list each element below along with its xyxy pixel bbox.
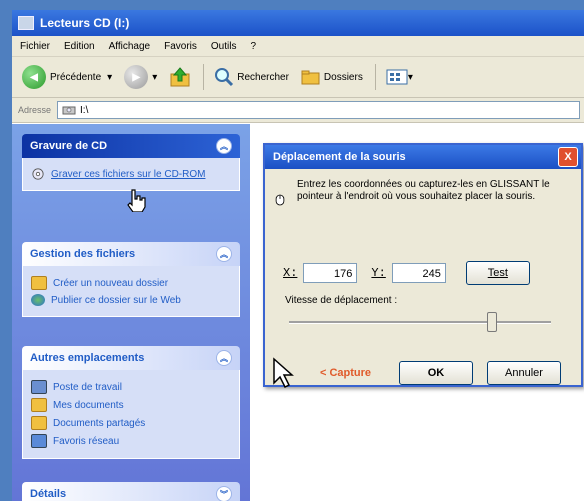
panel-title: Autres emplacements [30, 352, 145, 364]
folders-label: Dossiers [323, 71, 363, 83]
capture-button[interactable]: < Capture [320, 367, 371, 379]
dialog-info: Entrez les coordonnées ou capturez-les e… [275, 179, 571, 211]
slider-thumb[interactable] [487, 312, 498, 332]
back-arrow-icon: ◀ [22, 65, 46, 89]
task-new-folder[interactable]: Créer un nouveau dossier [31, 276, 231, 290]
task-publish-web[interactable]: Publier ce dossier sur le Web [31, 294, 231, 306]
window-title: Lecteurs CD (I:) [40, 16, 130, 30]
speed-label: Vitesse de déplacement : [285, 295, 398, 306]
cd-drive-icon [62, 106, 76, 115]
panel-header[interactable]: Détails ︾ [22, 482, 240, 501]
back-button[interactable]: ◀ Précédente ▾ [22, 65, 112, 89]
place-label: Favoris réseau [53, 435, 120, 447]
address-bar: Adresse I:\ [12, 98, 584, 123]
new-folder-icon [31, 276, 47, 290]
up-button[interactable] [169, 66, 191, 88]
panel-title: Gravure de CD [30, 140, 108, 152]
address-input[interactable]: I:\ [57, 101, 580, 119]
folders-icon [301, 70, 320, 85]
y-input[interactable]: 245 [391, 263, 446, 283]
documents-folder-icon [31, 398, 47, 412]
forward-button[interactable]: ▶ ▾ [124, 65, 157, 89]
test-button[interactable]: Test [465, 261, 530, 285]
menu-affichage[interactable]: Affichage [109, 41, 151, 52]
place-label: Documents partagés [53, 417, 146, 429]
title-bar: Lecteurs CD (I:) [12, 10, 584, 36]
collapse-icon[interactable]: ︽ [216, 350, 232, 366]
speed-slider[interactable] [289, 312, 551, 332]
panel-gravure: Gravure de CD ︽ Graver ces fichiers sur … [22, 134, 240, 191]
dialog-title-bar: Déplacement de la souris X [265, 145, 581, 169]
globe-icon [31, 294, 45, 306]
address-label: Adresse [18, 105, 52, 115]
forward-arrow-icon: ▶ [124, 65, 149, 89]
task-label: Créer un nouveau dossier [53, 277, 169, 289]
folders-button[interactable]: Dossiers [301, 68, 363, 86]
back-dropdown-icon[interactable]: ▾ [107, 72, 112, 83]
mouse-icon [275, 194, 285, 206]
task-label: Graver ces fichiers sur le CD-ROM [51, 168, 206, 180]
toolbar-separator [203, 64, 205, 90]
toolbar: ◀ Précédente ▾ ▶ ▾ Rechercher Dossiers ▾ [12, 57, 584, 98]
collapse-icon[interactable]: ︽ [216, 138, 232, 154]
menu-help[interactable]: ? [250, 41, 256, 52]
address-value: I:\ [80, 104, 89, 116]
place-label: Mes documents [53, 399, 124, 411]
mouse-move-dialog: Déplacement de la souris X Entrez les co… [263, 143, 583, 387]
coordinates-row: X: 176 Y: 245 Test [283, 261, 530, 285]
menu-favoris[interactable]: Favoris [164, 41, 197, 52]
menu-outils[interactable]: Outils [211, 41, 237, 52]
dialog-instructions: Entrez les coordonnées ou capturez-les e… [296, 179, 550, 202]
ok-button[interactable]: OK [399, 361, 473, 385]
burn-cd-icon [32, 168, 44, 180]
panel-header[interactable]: Gestion des fichiers ︽ [22, 242, 240, 266]
views-icon [386, 69, 408, 85]
panel-body: Graver ces fichiers sur le CD-ROM [22, 158, 240, 191]
place-favoris-reseau[interactable]: Favoris réseau [31, 434, 231, 448]
mouse-pointer-icon [273, 357, 294, 389]
shared-folder-icon [31, 416, 47, 430]
place-documents-partages[interactable]: Documents partagés [31, 416, 231, 430]
panel-body: Créer un nouveau dossier Publier ce doss… [22, 266, 240, 317]
close-icon[interactable]: X [558, 147, 578, 167]
collapse-icon[interactable]: ︽ [216, 246, 232, 262]
menu-fichier[interactable]: Fichier [20, 41, 50, 52]
tasks-pane: Gravure de CD ︽ Graver ces fichiers sur … [12, 124, 250, 501]
task-label: Publier ce dossier sur le Web [51, 294, 181, 306]
menu-bar: Fichier Edition Affichage Favoris Outils… [12, 36, 584, 57]
y-label: Y: [371, 266, 386, 280]
search-button[interactable]: Rechercher [214, 67, 289, 87]
dialog-title: Déplacement de la souris [273, 151, 406, 163]
network-icon [31, 434, 47, 448]
panel-header[interactable]: Autres emplacements ︽ [22, 346, 240, 370]
folder-up-icon [170, 67, 190, 87]
x-label: X: [283, 266, 298, 280]
panel-gestion: Gestion des fichiers ︽ Créer un nouveau … [22, 242, 240, 317]
views-dropdown-icon[interactable]: ▾ [408, 72, 413, 83]
cd-drive-icon [18, 16, 34, 30]
x-input[interactable]: 176 [303, 263, 358, 283]
forward-dropdown-icon[interactable]: ▾ [152, 72, 157, 83]
search-label: Rechercher [237, 71, 289, 83]
task-burn-cd[interactable]: Graver ces fichiers sur le CD-ROM [31, 168, 231, 180]
computer-icon [31, 380, 47, 394]
panel-details: Détails ︾ [22, 482, 240, 501]
place-mes-documents[interactable]: Mes documents [31, 398, 231, 412]
search-icon [215, 68, 234, 87]
toolbar-separator [374, 64, 376, 90]
hand-pointer-icon [127, 189, 146, 212]
expand-icon[interactable]: ︾ [216, 486, 232, 501]
panel-title: Détails [30, 488, 67, 500]
views-button[interactable]: ▾ [386, 68, 413, 86]
back-label: Précédente [50, 71, 102, 83]
place-poste-travail[interactable]: Poste de travail [31, 380, 231, 394]
place-label: Poste de travail [53, 381, 122, 393]
menu-edition[interactable]: Edition [64, 41, 95, 52]
panel-body: Poste de travail Mes documents Documents… [22, 370, 240, 459]
panel-header[interactable]: Gravure de CD ︽ [22, 134, 240, 158]
panel-autres: Autres emplacements ︽ Poste de travail M… [22, 346, 240, 459]
panel-title: Gestion des fichiers [30, 248, 136, 260]
cancel-button[interactable]: Annuler [487, 361, 561, 385]
